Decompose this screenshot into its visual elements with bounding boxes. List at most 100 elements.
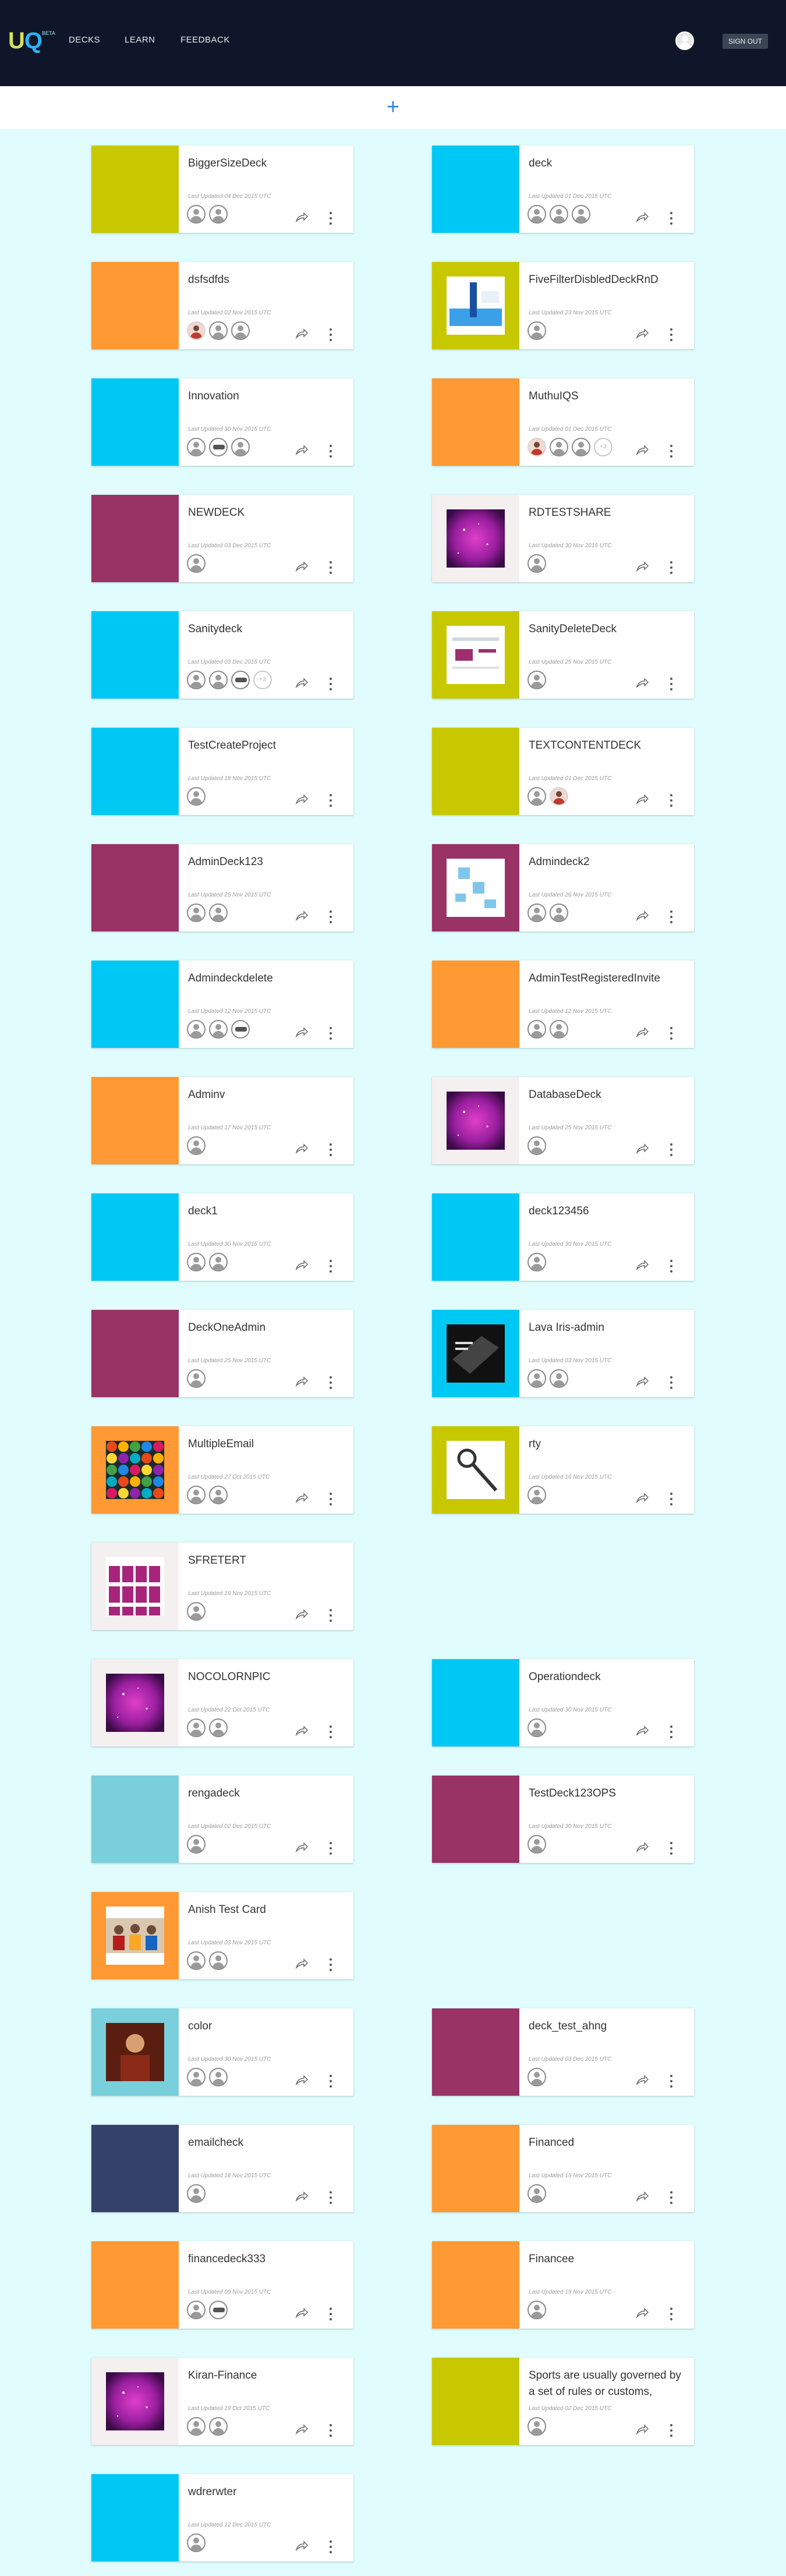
deck-thumbnail[interactable] xyxy=(432,262,519,349)
deck-title[interactable]: TestCreateProject xyxy=(188,738,345,754)
member-avatar-icon[interactable] xyxy=(572,438,590,456)
more-options-icon[interactable] xyxy=(329,1725,332,1738)
deck-card[interactable]: deck123456 Last Updated 30 Nov 2015 UTC xyxy=(432,1193,694,1281)
deck-thumbnail[interactable] xyxy=(91,844,179,931)
deck-card[interactable]: RDTESTSHARE Last Updated 30 Nov 2015 UTC xyxy=(432,495,694,582)
more-options-icon[interactable] xyxy=(670,1143,673,1156)
more-options-icon[interactable] xyxy=(329,2075,332,2088)
deck-card[interactable]: MuthuIQS Last Updated 01 Dec 2015 UTC +3 xyxy=(432,378,694,466)
deck-card[interactable]: TEXTCONTENTDECK Last Updated 01 Dec 2015 … xyxy=(432,728,694,815)
deck-title[interactable]: NEWDECK xyxy=(188,505,345,521)
deck-thumbnail[interactable] xyxy=(432,2008,519,2096)
member-avatar-icon[interactable] xyxy=(209,1951,228,1970)
member-avatar-icon[interactable] xyxy=(187,2417,206,2436)
member-avatar-icon[interactable] xyxy=(527,1369,546,1388)
deck-thumbnail[interactable] xyxy=(91,2358,179,2445)
deck-card[interactable]: DatabaseDeck Last Updated 25 Nov 2015 UTC xyxy=(432,1077,694,1164)
deck-card[interactable]: Sanitydeck Last Updated 03 Dec 2015 UTC +3 xyxy=(91,611,353,699)
app-logo[interactable]: UQ BETA xyxy=(8,28,55,54)
deck-title[interactable]: AdminTestRegisteredInvite xyxy=(529,970,686,987)
more-options-icon[interactable] xyxy=(670,2308,673,2320)
deck-thumbnail[interactable] xyxy=(91,495,179,582)
deck-card[interactable]: TestCreateProject Last Updated 18 Nov 201… xyxy=(91,728,353,815)
deck-title[interactable]: SFRETERT xyxy=(188,1553,345,1569)
member-avatar-logo[interactable] xyxy=(231,1020,250,1039)
deck-thumbnail[interactable] xyxy=(432,378,519,466)
member-avatar-icon[interactable] xyxy=(527,1718,546,1737)
deck-card[interactable]: rty Last Updated 16 Nov 2015 UTC xyxy=(432,1426,694,1514)
deck-card[interactable]: Financed Last Updated 19 Nov 2015 UTC xyxy=(432,2125,694,2212)
member-avatar-icon[interactable] xyxy=(527,554,546,573)
member-avatar-icon[interactable] xyxy=(527,2068,546,2086)
deck-title[interactable]: Operationdeck xyxy=(529,1669,686,1685)
member-avatar-icon[interactable] xyxy=(187,438,206,456)
deck-card[interactable]: deck1 Last Updated 30 Nov 2015 UTC xyxy=(91,1193,353,1281)
member-avatar-icon[interactable] xyxy=(187,787,206,806)
member-avatar-icon[interactable] xyxy=(187,2068,206,2086)
deck-thumbnail[interactable] xyxy=(91,1892,179,1979)
more-options-icon[interactable] xyxy=(329,1842,332,1855)
member-avatar-icon[interactable] xyxy=(209,1486,228,1504)
deck-card[interactable]: Sports are usually governed by a set of … xyxy=(432,2358,694,2445)
more-options-icon[interactable] xyxy=(670,212,673,225)
more-options-icon[interactable] xyxy=(329,445,332,458)
more-options-icon[interactable] xyxy=(670,1260,673,1273)
member-avatar-photo[interactable] xyxy=(527,438,546,456)
more-options-icon[interactable] xyxy=(329,1493,332,1505)
member-avatar-icon[interactable] xyxy=(527,903,546,922)
more-options-icon[interactable] xyxy=(329,2308,332,2320)
deck-card[interactable]: financedeck333 Last Updated 09 Nov 2015 U… xyxy=(91,2241,353,2329)
member-avatar-icon[interactable] xyxy=(209,1020,228,1039)
member-avatar-icon[interactable] xyxy=(527,2184,546,2203)
deck-title[interactable]: wdrerwter xyxy=(188,2484,345,2500)
deck-title[interactable]: financedeck333 xyxy=(188,2251,345,2267)
deck-title[interactable]: Kiran-Finance xyxy=(188,2368,345,2384)
member-avatar-icon[interactable] xyxy=(187,1486,206,1504)
more-options-icon[interactable] xyxy=(670,1027,673,1040)
user-avatar-icon[interactable] xyxy=(675,31,694,50)
deck-card[interactable]: SanityDeleteDeck Last Updated 25 Nov 2015… xyxy=(432,611,694,699)
deck-title[interactable]: SanityDeleteDeck xyxy=(529,621,686,637)
member-avatar-icon[interactable] xyxy=(187,671,206,689)
more-options-icon[interactable] xyxy=(329,1027,332,1040)
member-avatar-icon[interactable] xyxy=(209,1253,228,1271)
more-options-icon[interactable] xyxy=(329,561,332,574)
deck-title[interactable]: Financee xyxy=(529,2251,686,2267)
member-avatar-icon[interactable] xyxy=(527,2301,546,2319)
add-deck-plus-icon[interactable]: + xyxy=(384,95,402,119)
deck-title[interactable]: MuthuIQS xyxy=(529,388,686,405)
deck-title[interactable]: BiggerSizeDeck xyxy=(188,155,345,172)
deck-thumbnail[interactable] xyxy=(91,262,179,349)
member-avatar-icon[interactable] xyxy=(209,205,228,224)
member-avatar-icon[interactable] xyxy=(187,1369,206,1388)
deck-thumbnail[interactable] xyxy=(91,1077,179,1164)
deck-card[interactable]: Financee Last Updated 19 Nov 2015 UTC xyxy=(432,2241,694,2329)
deck-thumbnail[interactable] xyxy=(91,2008,179,2096)
more-options-icon[interactable] xyxy=(329,678,332,690)
deck-title[interactable]: Innovation xyxy=(188,388,345,405)
member-avatar-icon[interactable] xyxy=(527,1486,546,1504)
member-avatar-icon[interactable] xyxy=(187,1253,206,1271)
more-options-icon[interactable] xyxy=(670,1725,673,1738)
deck-card[interactable]: Kiran-Finance Last Updated 19 Oct 2015 UT… xyxy=(91,2358,353,2445)
deck-card[interactable]: SFRETERT Last Updated 19 Nov 2015 UTC xyxy=(91,1543,353,1630)
member-avatar-icon[interactable] xyxy=(527,671,546,689)
deck-title[interactable]: emailcheck xyxy=(188,2135,345,2151)
member-avatar-icon[interactable] xyxy=(187,205,206,224)
more-options-icon[interactable] xyxy=(329,2191,332,2204)
deck-title[interactable]: deck123456 xyxy=(529,1203,686,1220)
deck-thumbnail[interactable] xyxy=(432,1426,519,1514)
more-options-icon[interactable] xyxy=(329,1260,332,1273)
member-avatar-icon[interactable] xyxy=(550,438,568,456)
member-avatar-icon[interactable] xyxy=(209,2068,228,2086)
member-avatar-icon[interactable] xyxy=(187,903,206,922)
deck-card[interactable]: deck_test_ahng Last Updated 03 Dec 2015 U… xyxy=(432,2008,694,2096)
member-avatar-icon[interactable] xyxy=(572,205,590,224)
deck-card[interactable]: rengadeck Last Updated 02 Dec 2015 UTC xyxy=(91,1776,353,1863)
deck-card[interactable]: Lava Iris-admin Last Updated 03 Nov 2015 … xyxy=(432,1310,694,1397)
member-avatar-icon[interactable] xyxy=(209,1718,228,1737)
deck-thumbnail[interactable] xyxy=(91,961,179,1048)
member-avatar-photo[interactable] xyxy=(187,321,206,340)
member-avatar-icon[interactable] xyxy=(550,205,568,224)
member-avatar-icon[interactable] xyxy=(187,2184,206,2203)
